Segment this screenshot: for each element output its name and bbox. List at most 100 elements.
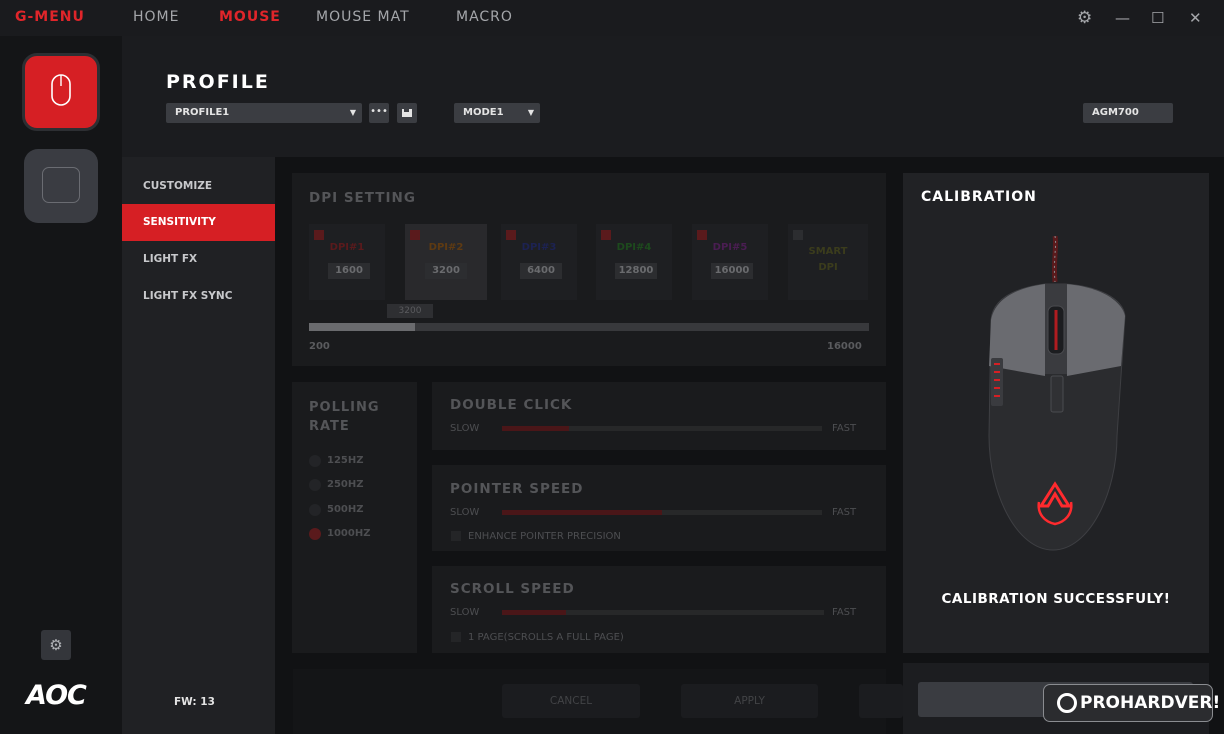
scroll-speed-title: SCROLL SPEED bbox=[450, 581, 575, 597]
dpi-slider-max: 16000 bbox=[827, 341, 862, 352]
maximize-button[interactable]: ☐ bbox=[1151, 9, 1164, 27]
firmware-version: FW: 13 bbox=[174, 696, 215, 708]
double-click-title: DOUBLE CLICK bbox=[450, 397, 573, 413]
dpi-level-4[interactable]: DPI#4 12800 bbox=[596, 224, 672, 300]
polling-radio-500[interactable] bbox=[309, 504, 321, 516]
title-bar: G-MENU HOME MOUSE MOUSE MAT MACRO ⚙ — ☐ … bbox=[0, 0, 1224, 36]
close-button[interactable]: ✕ bbox=[1189, 9, 1202, 27]
dpi-level-label: DPI#2 bbox=[428, 242, 464, 253]
dpi-level-label: DPI#5 bbox=[712, 242, 748, 253]
smart-dpi-checkbox[interactable] bbox=[793, 230, 803, 240]
calibration-title: CALIBRATION bbox=[921, 189, 1037, 205]
pointer-speed-title: POINTER SPEED bbox=[450, 481, 584, 497]
global-settings-gear-icon[interactable]: ⚙ bbox=[41, 630, 71, 660]
enhance-precision-label: ENHANCE POINTER PRECISION bbox=[468, 531, 621, 542]
smart-dpi-label: SMART DPI bbox=[808, 246, 848, 273]
profile-dropdown[interactable]: PROFILE1 ▼ bbox=[166, 103, 362, 123]
profile-dropdown-value: PROFILE1 bbox=[175, 107, 230, 118]
double-click-slider-fill bbox=[502, 426, 570, 431]
submenu-light-fx[interactable]: LIGHT FX bbox=[122, 241, 275, 278]
mode-dropdown[interactable]: MODE1 ▼ bbox=[454, 103, 540, 123]
watermark-text: PROHARDVER! bbox=[1080, 693, 1221, 713]
double-click-fast: FAST bbox=[832, 423, 857, 434]
scroll-speed-slow: SLOW bbox=[450, 607, 480, 618]
scroll-speed-fast: FAST bbox=[832, 607, 857, 618]
dpi-level-label: DPI#3 bbox=[521, 242, 557, 253]
dpi-setting-title: DPI SETTING bbox=[309, 190, 416, 206]
submenu-sensitivity[interactable]: SENSITIVITY bbox=[122, 204, 275, 241]
scroll-speed-slider[interactable] bbox=[502, 610, 824, 615]
tab-home[interactable]: HOME bbox=[133, 9, 179, 25]
mode-dropdown-value: MODE1 bbox=[463, 107, 504, 118]
dpi-color-swatch[interactable] bbox=[314, 230, 324, 240]
dpi-level-1[interactable]: DPI#1 1600 bbox=[309, 224, 385, 300]
polling-radio-250[interactable] bbox=[309, 479, 321, 491]
tab-mouse[interactable]: MOUSE bbox=[219, 9, 281, 25]
cancel-button[interactable]: CANCEL bbox=[502, 684, 640, 718]
chevron-down-icon: ▼ bbox=[349, 108, 356, 117]
polling-label-250: 250HZ bbox=[327, 479, 364, 490]
dpi-level-label: DPI#4 bbox=[616, 242, 652, 253]
mouse-illustration bbox=[975, 235, 1131, 556]
profile-header bbox=[122, 36, 1224, 157]
tab-mouse-mat[interactable]: MOUSE MAT bbox=[316, 9, 410, 25]
prohardver-watermark: PROHARDVER! bbox=[1043, 684, 1220, 722]
profile-title: PROFILE bbox=[166, 71, 270, 93]
polling-radio-125[interactable] bbox=[309, 455, 321, 467]
double-click-slider[interactable] bbox=[502, 426, 822, 431]
smart-dpi-card[interactable]: SMART DPI bbox=[788, 224, 868, 300]
pointer-speed-slider[interactable] bbox=[502, 510, 822, 515]
mouse-icon bbox=[51, 74, 71, 106]
save-icon bbox=[402, 109, 412, 117]
pointer-speed-slow: SLOW bbox=[450, 507, 480, 518]
mousemat-icon bbox=[42, 167, 80, 203]
polling-label-1000: 1000HZ bbox=[327, 528, 371, 539]
one-page-scroll-label: 1 PAGE(SCROLLS A FULL PAGE) bbox=[468, 632, 624, 643]
profile-save-button[interactable] bbox=[397, 103, 417, 123]
app-title: G-MENU bbox=[15, 9, 85, 25]
apply-button[interactable]: APPLY bbox=[681, 684, 818, 718]
calibration-success-message: CALIBRATION SUCCESSFULY! bbox=[941, 591, 1171, 607]
submenu-customize[interactable]: CUSTOMIZE bbox=[122, 168, 275, 205]
one-page-scroll-checkbox[interactable] bbox=[451, 632, 461, 642]
dpi-level-value[interactable]: 16000 bbox=[711, 263, 753, 279]
chevron-down-icon: ▼ bbox=[527, 108, 534, 117]
dpi-level-value[interactable]: 1600 bbox=[328, 263, 370, 279]
polling-label-500: 500HZ bbox=[327, 504, 364, 515]
polling-rate-title: POLLING RATE bbox=[309, 400, 380, 434]
dpi-level-value[interactable]: 6400 bbox=[520, 263, 562, 279]
prohardver-logo-icon bbox=[1057, 693, 1077, 713]
submenu-light-fx-sync[interactable]: LIGHT FX SYNC bbox=[122, 278, 275, 315]
dpi-slider[interactable] bbox=[309, 323, 869, 331]
scroll-speed-slider-fill bbox=[502, 610, 567, 615]
dpi-level-value[interactable]: 3200 bbox=[425, 263, 467, 279]
dpi-level-3[interactable]: DPI#3 6400 bbox=[501, 224, 577, 300]
dpi-slider-tooltip: 3200 bbox=[387, 304, 433, 318]
dpi-level-5[interactable]: DPI#5 16000 bbox=[692, 224, 768, 300]
dpi-level-2[interactable]: DPI#2 3200 bbox=[405, 224, 487, 300]
device-model-badge: AGM700 bbox=[1083, 103, 1173, 123]
double-click-panel bbox=[432, 382, 886, 450]
device-mousemat-button[interactable] bbox=[24, 149, 98, 223]
device-mouse-button[interactable] bbox=[22, 53, 100, 131]
dpi-slider-min: 200 bbox=[309, 341, 330, 352]
dpi-color-swatch[interactable] bbox=[601, 230, 611, 240]
pointer-speed-fast: FAST bbox=[832, 507, 857, 518]
tab-macro[interactable]: MACRO bbox=[456, 9, 513, 25]
dpi-color-swatch[interactable] bbox=[506, 230, 516, 240]
double-click-slow: SLOW bbox=[450, 423, 480, 434]
enhance-precision-checkbox[interactable] bbox=[451, 531, 461, 541]
polling-radio-1000[interactable] bbox=[309, 528, 321, 540]
dpi-level-value[interactable]: 12800 bbox=[615, 263, 657, 279]
settings-gear-icon[interactable]: ⚙ bbox=[1077, 8, 1092, 28]
settings-submenu: CUSTOMIZE SENSITIVITY LIGHT FX LIGHT FX … bbox=[122, 157, 275, 734]
minimize-button[interactable]: — bbox=[1115, 9, 1130, 27]
dpi-color-swatch[interactable] bbox=[697, 230, 707, 240]
polling-label-125: 125HZ bbox=[327, 455, 364, 466]
dpi-level-label: DPI#1 bbox=[329, 242, 365, 253]
reset-button[interactable] bbox=[859, 684, 903, 718]
dpi-color-swatch[interactable] bbox=[410, 230, 420, 240]
dpi-slider-fill bbox=[309, 323, 416, 331]
pointer-speed-slider-fill bbox=[502, 510, 662, 515]
profile-more-button[interactable]: ••• bbox=[369, 103, 389, 123]
